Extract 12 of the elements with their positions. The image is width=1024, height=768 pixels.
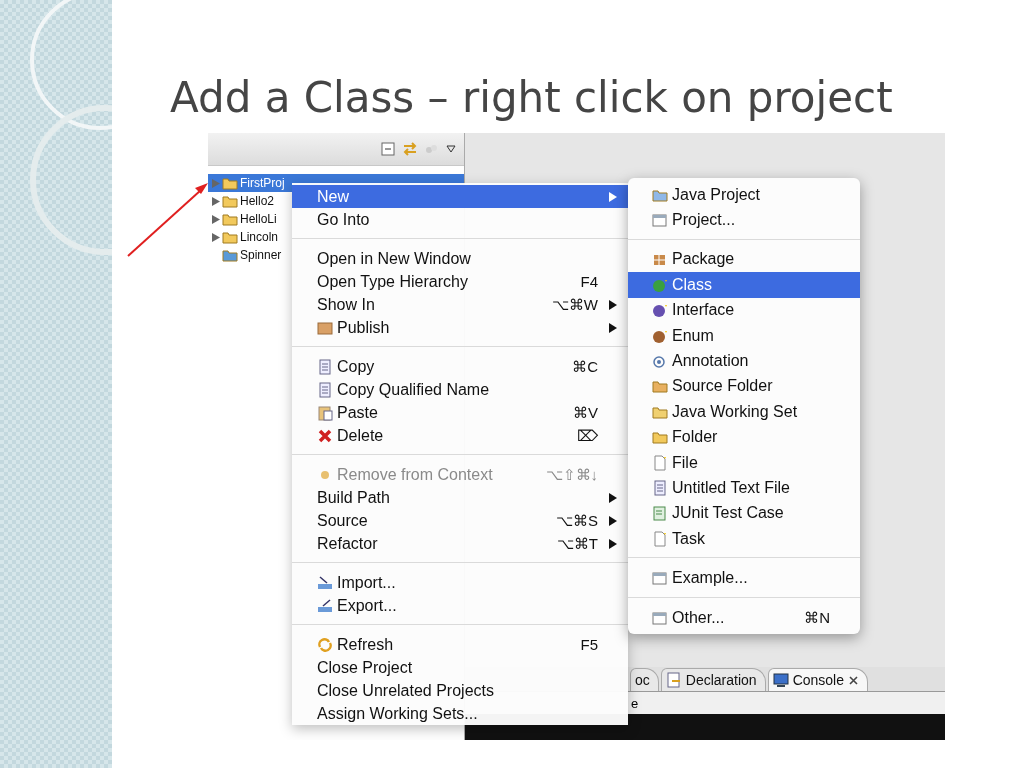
shortcut-label: ⌘V	[573, 403, 598, 422]
slide-title: Add a Class – right click on project	[170, 72, 894, 124]
shortcut-label: ⌥⌘S	[556, 511, 598, 530]
shortcut-label: F5	[580, 636, 598, 653]
shortcut-label: ⌥⌘T	[556, 534, 598, 553]
shortcut-label: ⌦	[577, 426, 598, 445]
shortcut-label: F4	[580, 273, 598, 290]
shortcut-label: ⌥⌘W	[551, 295, 598, 314]
shortcut-label: ⌥⇧⌘↓	[545, 465, 598, 484]
shortcut-label: ⌘N	[804, 608, 830, 627]
shortcut-label: ⌘C	[572, 357, 598, 376]
console-header: e	[631, 695, 639, 711]
